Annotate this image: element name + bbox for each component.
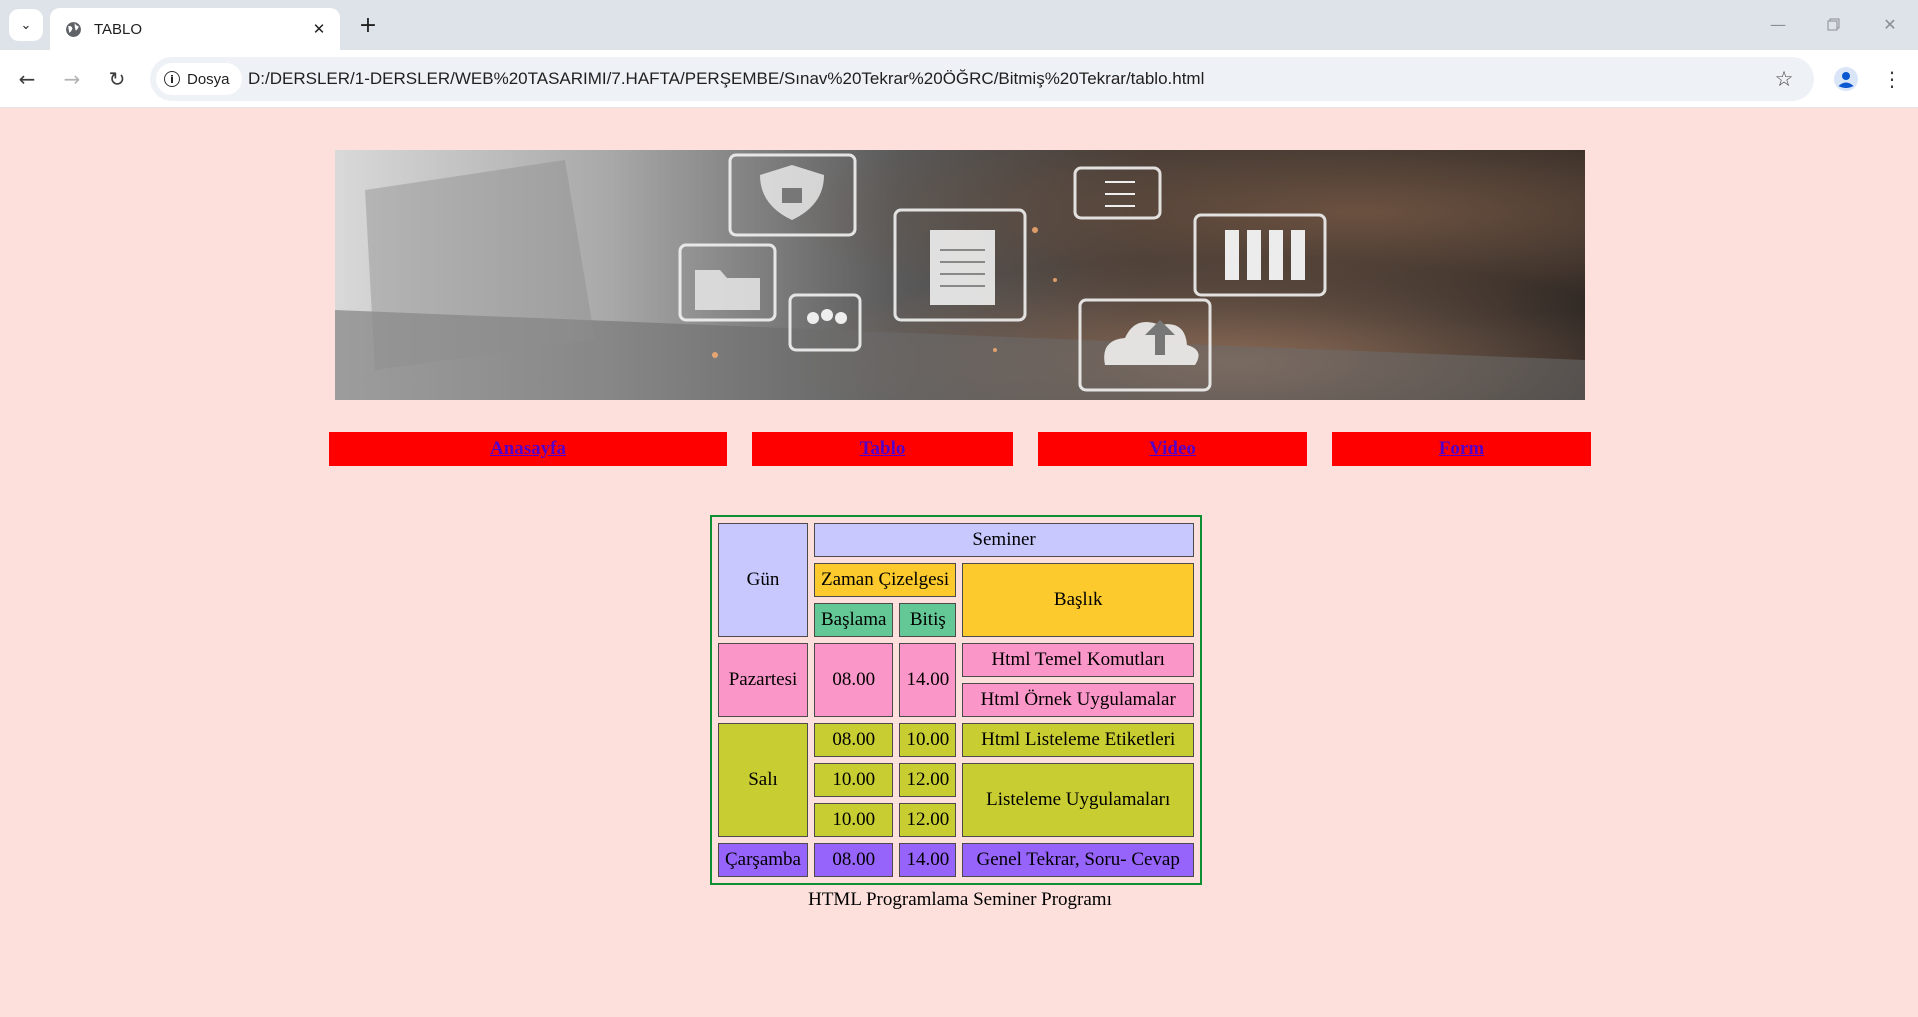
reload-icon[interactable]: ↻ [100,62,134,96]
cell-start: 10.00 [813,803,894,837]
nav-link-form[interactable]: Form [1439,438,1484,460]
menu-kebab-icon[interactable]: ⋮ [1878,64,1906,94]
chevron-down-icon: ⌄ [20,17,32,33]
table-row: Çarşamba 08.00 14.00 Genel Tekrar, Soru-… [718,843,1195,877]
cell-start: 08.00 [813,843,894,877]
tab-title: TABLO [94,20,143,38]
forward-arrow-icon[interactable]: → [55,62,89,96]
nav-item-form: Form [1332,432,1591,466]
header-baslik: Başlık [962,563,1195,637]
day-sali: Salı [718,723,808,837]
restore-icon[interactable] [1813,8,1853,40]
close-tab-icon[interactable]: ✕ [306,16,332,42]
seminar-table: Gün Seminer Zaman Çizelgesi Başlık Başla… [710,515,1203,885]
tab-strip: ⌄ TABLO ✕ + — ✕ [0,0,1918,50]
info-icon: i [164,71,180,87]
header-zaman-cizelgesi: Zaman Çizelgesi [813,563,957,597]
nav-link-anasayfa[interactable]: Anasayfa [490,438,566,460]
table-caption: HTML Programlama Seminer Programı [808,889,1112,910]
cell-topic: Html Örnek Uygulamalar [962,683,1195,717]
profile-avatar-icon[interactable] [1831,64,1861,94]
header-banner-image [335,150,1585,400]
cell-end: 14.00 [899,843,957,877]
cell-start: 08.00 [813,643,894,717]
nav-link-tablo[interactable]: Tablo [860,438,906,460]
site-chip-label: Dosya [187,70,230,88]
day-pazartesi: Pazartesi [718,643,808,717]
nav-item-tablo: Tablo [752,432,1013,466]
table-row: Salı 08.00 10.00 Html Listeleme Etiketle… [718,723,1195,837]
url-text[interactable]: D:/DERSLER/1-DERSLER/WEB%20TASARIMI/7.HA… [248,57,1204,101]
cell-end: 10.00 [899,723,957,757]
header-bitis: Bitiş [899,603,957,637]
globe-icon [64,20,82,38]
header-seminer: Seminer [813,523,1195,557]
minimize-icon[interactable]: — [1758,8,1798,40]
cell-topic: Genel Tekrar, Soru- Cevap [962,843,1195,877]
new-tab-button[interactable]: + [352,9,384,41]
cell-end: 14.00 [899,643,957,717]
cell-start: 10.00 [813,763,894,797]
bookmark-star-icon[interactable]: ☆ [1770,65,1798,93]
table-row: Gün Seminer [718,523,1195,637]
close-window-icon[interactable]: ✕ [1870,8,1910,40]
active-tab[interactable]: TABLO ✕ [50,8,340,50]
nav-link-video[interactable]: Video [1149,438,1196,460]
cell-topic: Html Listeleme Etiketleri [962,723,1195,757]
nav-item-anasayfa: Anasayfa [329,432,727,466]
day-carsamba: Çarşamba [718,843,808,877]
table-row: Pazartesi 08.00 14.00 Html Temel Komutla… [718,643,1195,717]
site-info-chip[interactable]: i Dosya [156,63,242,95]
cell-topic: Html Temel Komutları [962,643,1195,677]
back-arrow-icon[interactable]: ← [10,62,44,96]
cell-end: 12.00 [899,803,957,837]
nav-item-video: Video [1038,432,1307,466]
cell-end: 12.00 [899,763,957,797]
address-bar[interactable]: i Dosya D:/DERSLER/1-DERSLER/WEB%20TASAR… [150,57,1814,101]
header-baslama: Başlama [813,603,894,637]
cell-start: 08.00 [813,723,894,757]
tab-search-button[interactable]: ⌄ [9,9,43,41]
header-gun: Gün [718,523,808,637]
browser-toolbar: ← → ↻ i Dosya D:/DERSLER/1-DERSLER/WEB%2… [0,50,1918,108]
cell-topic: Listeleme Uygulamaları [962,763,1195,837]
